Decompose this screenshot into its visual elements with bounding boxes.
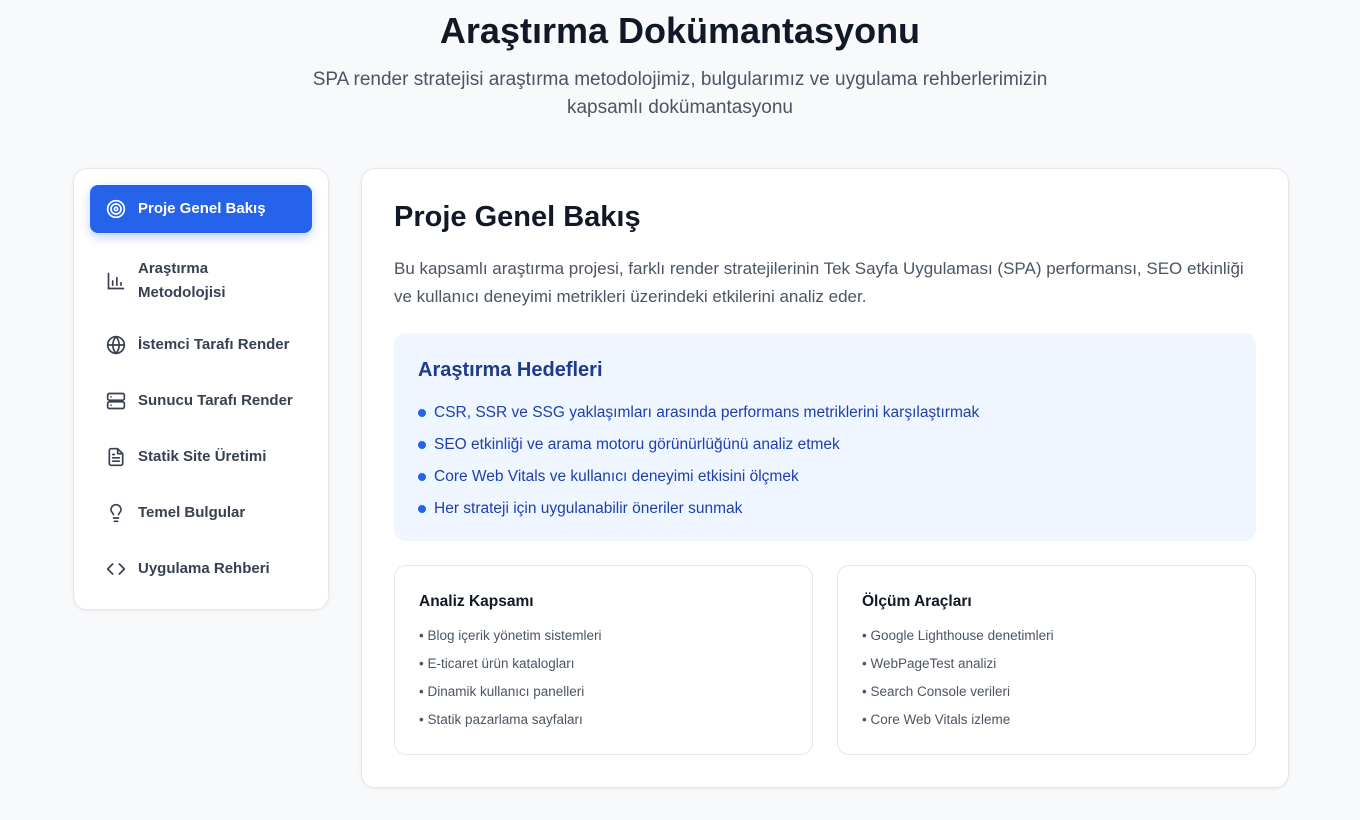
sidebar-item-label: İstemci Tarafı Render (138, 336, 290, 353)
sidebar-item-key-findings[interactable]: Temel Bulgular (90, 489, 312, 537)
page-subtitle: SPA render stratejisi araştırma metodolo… (312, 69, 1048, 118)
target-icon (106, 199, 126, 219)
bullet-icon (418, 441, 426, 449)
goal-text: Her strateji için uygulanabilir öneriler… (434, 500, 743, 517)
list-item: SEO etkinliği ve arama motoru görünürlüğ… (418, 429, 979, 461)
sidebar-item-project-overview[interactable]: Proje Genel Bakış (90, 185, 312, 233)
list-item: • Core Web Vitals izleme (862, 712, 1011, 727)
measurement-tools-list: • Google Lighthouse denetimleri • WebPag… (862, 624, 1054, 736)
sidebar-item-label: Uygulama Rehberi (138, 560, 270, 577)
goal-text: SEO etkinliği ve arama motoru görünürlüğ… (434, 436, 840, 453)
measurement-tools-title: Ölçüm Araçları (862, 593, 972, 610)
list-item: CSR, SSR ve SSG yaklaşımları arasında pe… (418, 397, 979, 429)
goals-title: Araştırma Hedefleri (418, 359, 603, 381)
list-item: • Statik pazarlama sayfaları (419, 712, 583, 727)
page-title: Araştırma Dokümantasyonu (439, 10, 921, 51)
list-item: • WebPageTest analizi (862, 656, 997, 671)
sidebar-item-static-site-generation[interactable]: Statik Site Üretimi (90, 433, 312, 481)
list-item: • Google Lighthouse denetimleri (862, 628, 1054, 643)
bullet-icon (418, 409, 426, 417)
sidebar-item-client-side-render[interactable]: İstemci Tarafı Render (90, 321, 312, 369)
server-icon (106, 391, 126, 411)
section-title: Proje Genel Bakış (394, 201, 641, 233)
sidebar-nav: Proje Genel Bakış Araştırma Metodolojisi… (73, 168, 329, 610)
sidebar-item-label: Statik Site Üretimi (138, 448, 267, 465)
research-goals-box: Araştırma Hedefleri CSR, SSR ve SSG yakl… (394, 333, 1256, 541)
content-card: Proje Genel Bakış Bu kapsamlı araştırma … (361, 168, 1289, 788)
goal-text: Core Web Vitals ve kullanıcı deneyimi et… (434, 468, 799, 485)
sidebar-item-implementation-guide[interactable]: Uygulama Rehberi (90, 545, 312, 593)
measurement-tools-card: Ölçüm Araçları • Google Lighthouse denet… (837, 565, 1256, 755)
list-item: • Search Console verileri (862, 684, 1011, 699)
bullet-icon (418, 473, 426, 481)
sidebar-item-label: Temel Bulgular (138, 504, 246, 521)
list-item: • Dinamik kullanıcı panelleri (419, 684, 585, 699)
list-item: • Blog içerik yönetim sistemleri (419, 628, 602, 643)
bar-chart-icon (106, 271, 126, 291)
bullet-icon (418, 505, 426, 513)
analysis-scope-list: • Blog içerik yönetim sistemleri • E-tic… (419, 624, 602, 736)
analysis-scope-title: Analiz Kapsamı (419, 593, 534, 610)
goals-list: CSR, SSR ve SSG yaklaşımları arasında pe… (418, 397, 979, 525)
goal-text: CSR, SSR ve SSG yaklaşımları arasında pe… (434, 404, 980, 421)
sidebar-item-label: Proje Genel Bakış (138, 200, 266, 217)
list-item: Her strateji için uygulanabilir öneriler… (418, 493, 979, 525)
code-icon (106, 559, 126, 579)
sidebar-item-methodology[interactable]: Araştırma Metodolojisi (90, 253, 312, 309)
list-item: • E-ticaret ürün katalogları (419, 656, 575, 671)
globe-icon (106, 335, 126, 355)
analysis-scope-card: Analiz Kapsamı • Blog içerik yönetim sis… (394, 565, 813, 755)
sidebar-item-label: Sunucu Tarafı Render (138, 392, 293, 409)
file-text-icon (106, 447, 126, 467)
section-intro: Bu kapsamlı araştırma projesi, farklı re… (394, 259, 1244, 306)
list-item: Core Web Vitals ve kullanıcı deneyimi et… (418, 461, 979, 493)
sidebar-item-label: Araştırma Metodolojisi (138, 260, 226, 301)
sidebar-item-server-side-render[interactable]: Sunucu Tarafı Render (90, 377, 312, 425)
lightbulb-icon (106, 503, 126, 523)
